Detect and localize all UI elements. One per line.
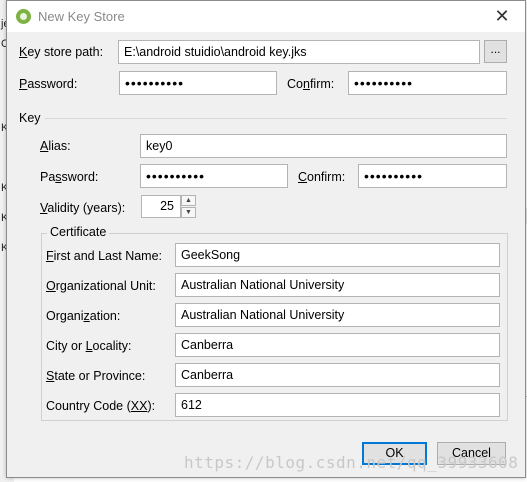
close-icon: ✕	[494, 6, 510, 26]
key-password-label: Password:	[40, 170, 99, 184]
key-store-password-label: Password:	[19, 77, 78, 91]
key-store-confirm-input[interactable]: ••••••••••	[348, 71, 507, 95]
android-studio-icon	[16, 9, 31, 24]
browse-button[interactable]: ...	[484, 40, 507, 63]
validity-spinner: 25 ▲ ▼	[141, 195, 196, 218]
key-section-label: Key	[19, 111, 41, 125]
organizational-unit-input[interactable]: Australian National University	[175, 273, 500, 297]
city-locality-label: City or Locality:	[46, 339, 132, 353]
state-province-label: State or Province:	[46, 369, 146, 383]
first-last-name-input[interactable]: GeekSong	[175, 243, 500, 267]
new-key-store-dialog: New Key Store ✕ Key store path: E:\andro…	[6, 0, 526, 478]
country-code-input[interactable]: 612	[175, 393, 500, 417]
dialog-title: New Key Store	[38, 9, 125, 24]
validity-label: Validity (years):	[40, 201, 126, 215]
key-store-path-input[interactable]: E:\android stuidio\android key.jks	[118, 40, 480, 64]
city-locality-input[interactable]: Canberra	[175, 333, 500, 357]
validity-input[interactable]: 25	[141, 195, 181, 218]
alias-label: Alias:	[40, 139, 71, 153]
state-province-input[interactable]: Canberra	[175, 363, 500, 387]
key-store-path-label: Key store path:	[19, 45, 104, 59]
spin-up-icon[interactable]: ▲	[181, 195, 196, 206]
watermark-text: https://blog.csdn.net/qq_39933608	[184, 453, 519, 472]
alias-input[interactable]: key0	[140, 134, 507, 158]
certificate-section-label: Certificate	[47, 225, 110, 239]
key-section-divider	[45, 118, 507, 119]
organizational-unit-label: Organizational Unit:	[46, 279, 156, 293]
key-confirm-input[interactable]: ••••••••••	[358, 164, 507, 188]
close-button[interactable]: ✕	[485, 1, 519, 31]
title-bar[interactable]: New Key Store ✕	[7, 1, 525, 32]
organization-input[interactable]: Australian National University	[175, 303, 500, 327]
key-store-confirm-label: Confirm:	[287, 77, 335, 91]
key-password-input[interactable]: ••••••••••	[140, 164, 288, 188]
spin-down-icon[interactable]: ▼	[181, 207, 196, 218]
organization-label: Organization:	[46, 309, 121, 323]
key-store-password-input[interactable]: ••••••••••	[119, 71, 277, 95]
first-last-name-label: First and Last Name:	[46, 249, 163, 263]
country-code-label: Country Code (XX):	[46, 399, 156, 413]
key-confirm-label: Confirm:	[298, 170, 346, 184]
